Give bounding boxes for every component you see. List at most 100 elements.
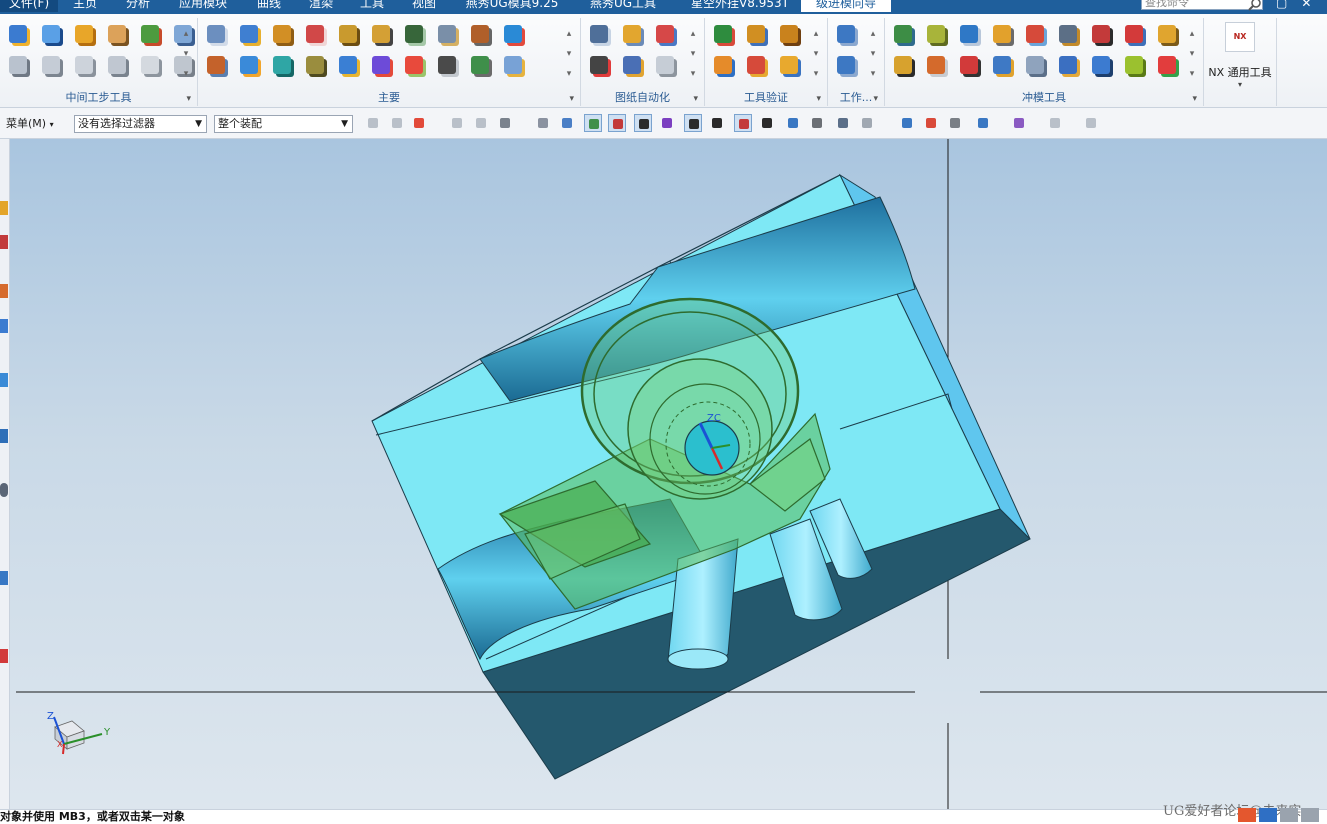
tool-icon[interactable] (585, 20, 613, 48)
tab-11[interactable]: 级进模向导 (801, 0, 891, 12)
tab-8[interactable]: 燕秀UG模具9.25 (462, 0, 562, 12)
tool-icon[interactable] (988, 20, 1016, 48)
snap-tool-icon[interactable] (898, 114, 916, 132)
tool-icon[interactable] (618, 20, 646, 48)
tab-9[interactable]: 燕秀UG工具 (585, 0, 661, 12)
snap-tool-icon[interactable] (388, 114, 406, 132)
tool-icon[interactable] (202, 20, 230, 48)
snap-tool-icon[interactable] (608, 114, 626, 132)
snap-tool-icon[interactable] (584, 114, 602, 132)
tool-icon[interactable] (651, 20, 679, 48)
group-options-icon[interactable]: ▾ (569, 94, 574, 104)
tool-icon[interactable] (301, 20, 329, 48)
snap-tool-icon[interactable] (808, 114, 826, 132)
tool-icon[interactable] (37, 20, 65, 48)
tool-icon[interactable] (400, 51, 428, 79)
selection-scope-dropdown[interactable]: 整个装配 ▼ (214, 115, 353, 133)
snap-tool-icon[interactable] (1046, 114, 1064, 132)
tool-icon[interactable] (202, 51, 230, 79)
snap-tool-icon[interactable] (974, 114, 992, 132)
tool-icon[interactable] (136, 20, 164, 48)
type-filter-dropdown[interactable]: 没有选择过滤器 ▼ (74, 115, 207, 133)
tool-icon[interactable] (775, 51, 803, 79)
tool-icon[interactable] (334, 20, 362, 48)
tool-icon[interactable] (1021, 51, 1049, 79)
snap-tool-icon[interactable] (448, 114, 466, 132)
tool-icon[interactable] (70, 20, 98, 48)
tool-icon[interactable] (367, 20, 395, 48)
nx-general-tools-button[interactable]: NX NX 通用工具 ▾ (1204, 18, 1277, 106)
snap-tool-icon[interactable] (784, 114, 802, 132)
snap-tool-icon[interactable] (734, 114, 752, 132)
tool-icon[interactable] (268, 51, 296, 79)
tool-icon[interactable] (103, 51, 131, 79)
snap-tool-icon[interactable] (858, 114, 876, 132)
gallery-scroll-icon[interactable]: ▴ ▾ ▾ (868, 24, 878, 84)
gallery-scroll-icon[interactable]: ▴ ▾ ▾ (1187, 24, 1197, 84)
web-browser-icon[interactable] (0, 373, 8, 387)
tool-icon[interactable] (1087, 20, 1115, 48)
constraint-navigator-icon[interactable] (0, 235, 8, 249)
main-menu-button[interactable]: 菜单(M) ▾ (6, 115, 54, 131)
snap-tool-icon[interactable] (834, 114, 852, 132)
snap-tool-icon[interactable] (684, 114, 702, 132)
snap-tool-icon[interactable] (534, 114, 552, 132)
tool-icon[interactable] (37, 51, 65, 79)
snap-tool-icon[interactable] (558, 114, 576, 132)
tool-icon[interactable] (889, 51, 917, 79)
tab-0[interactable]: 文件(F) (0, 0, 58, 12)
tool-icon[interactable] (433, 20, 461, 48)
tray-icon[interactable] (1301, 808, 1319, 822)
tool-icon[interactable] (955, 51, 983, 79)
tool-icon[interactable] (709, 51, 737, 79)
tool-icon[interactable] (832, 51, 860, 79)
tool-icon[interactable] (1054, 51, 1082, 79)
tool-icon[interactable] (433, 51, 461, 79)
tool-icon[interactable] (832, 20, 860, 48)
tool-icon[interactable] (499, 51, 527, 79)
gallery-scroll-icon[interactable]: ▴ ▾ ▾ (564, 24, 574, 84)
part-navigator-icon[interactable] (0, 284, 8, 298)
snap-tool-icon[interactable] (922, 114, 940, 132)
tool-icon[interactable] (585, 51, 613, 79)
tool-icon[interactable] (988, 51, 1016, 79)
tab-4[interactable]: 曲线 (254, 0, 284, 12)
snap-tool-icon[interactable] (658, 114, 676, 132)
tool-icon[interactable] (1021, 20, 1049, 48)
tool-icon[interactable] (301, 51, 329, 79)
tool-icon[interactable] (367, 51, 395, 79)
tool-icon[interactable] (268, 20, 296, 48)
tool-icon[interactable] (400, 20, 428, 48)
graphics-window[interactable]: ZC Z Y X (10, 139, 1327, 809)
tool-icon[interactable] (775, 20, 803, 48)
tool-icon[interactable] (4, 20, 32, 48)
tool-icon[interactable] (1153, 20, 1181, 48)
tool-icon[interactable] (466, 20, 494, 48)
tool-icon[interactable] (136, 51, 164, 79)
tool-icon[interactable] (651, 51, 679, 79)
tool-icon[interactable] (4, 51, 32, 79)
group-options-icon[interactable]: ▾ (693, 94, 698, 104)
tool-icon[interactable] (235, 51, 263, 79)
tab-2[interactable]: 分析 (123, 0, 153, 12)
tool-icon[interactable] (70, 51, 98, 79)
tool-icon[interactable] (955, 20, 983, 48)
group-options-icon[interactable]: ▾ (1192, 94, 1197, 104)
snap-tool-icon[interactable] (472, 114, 490, 132)
gallery-scroll-icon[interactable]: ▴ ▾ ▾ (811, 24, 821, 84)
ime-lang-icon[interactable] (1259, 808, 1277, 822)
tool-icon[interactable] (1120, 51, 1148, 79)
tool-icon[interactable] (742, 20, 770, 48)
tool-icon[interactable] (709, 20, 737, 48)
tab-7[interactable]: 视图 (409, 0, 439, 12)
tool-icon[interactable] (334, 51, 362, 79)
tool-icon[interactable] (889, 20, 917, 48)
search-icon[interactable] (1248, 0, 1262, 11)
tab-5[interactable]: 渲染 (306, 0, 336, 12)
snap-tool-icon[interactable] (364, 114, 382, 132)
tool-icon[interactable] (235, 20, 263, 48)
tab-1[interactable]: 主页 (70, 0, 100, 12)
assembly-navigator-icon[interactable] (0, 201, 8, 215)
snap-tool-icon[interactable] (634, 114, 652, 132)
tool-icon[interactable] (922, 20, 950, 48)
